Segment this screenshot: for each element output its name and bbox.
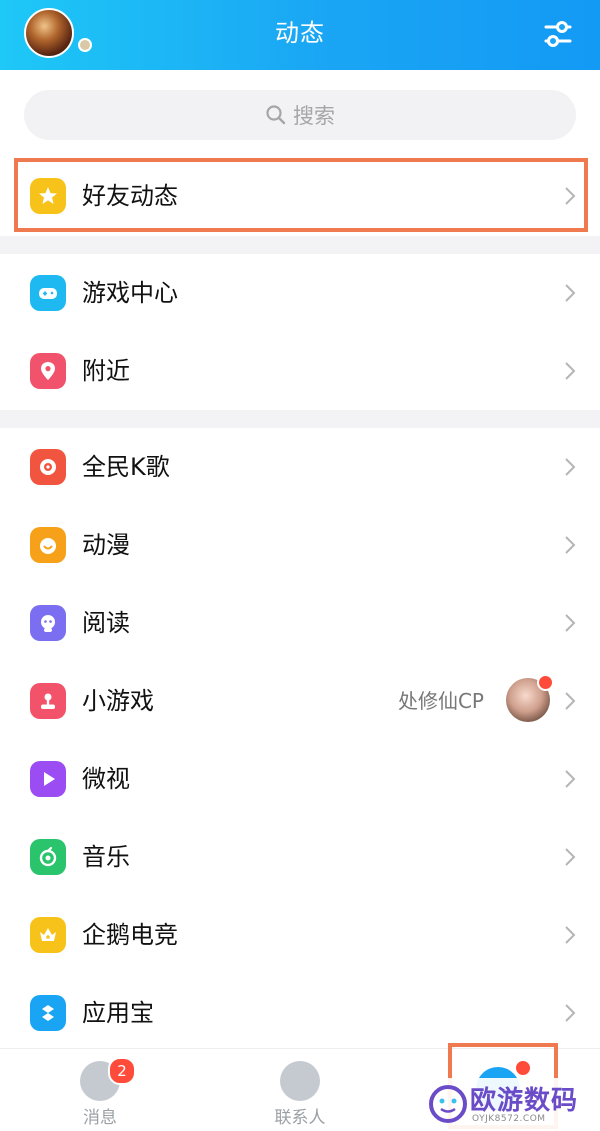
search-placeholder: 搜索 (293, 104, 335, 128)
location-pin-icon (30, 353, 66, 389)
promo-text: 处修仙CP (397, 689, 484, 713)
crown-icon (30, 917, 66, 953)
person-icon (280, 1061, 320, 1101)
play-icon (30, 761, 66, 797)
notification-dot (514, 1059, 532, 1077)
row-game-center[interactable]: 游戏中心 (0, 254, 600, 332)
tab-label: 消息 (83, 1108, 117, 1128)
chevron-right-icon (565, 536, 576, 554)
chevron-right-icon (565, 362, 576, 380)
row-label: 阅读 (82, 609, 130, 637)
star-badge-icon (30, 178, 66, 214)
chevron-right-icon (565, 458, 576, 476)
friends-feed-row[interactable]: 好友动态 (0, 158, 600, 234)
top-bar: 动态 (0, 0, 600, 70)
notification-dot (537, 674, 554, 691)
friends-feed-label: 好友动态 (82, 182, 178, 210)
row-label: 音乐 (82, 843, 130, 871)
gamepad-icon (30, 275, 66, 311)
chevron-right-icon (565, 770, 576, 788)
joystick-icon (30, 683, 66, 719)
chevron-right-icon (565, 848, 576, 866)
chevron-right-icon (565, 926, 576, 944)
anime-face-icon (30, 527, 66, 563)
row-label: 全民K歌 (82, 453, 170, 481)
reader-icon (30, 605, 66, 641)
section-divider (0, 236, 600, 254)
row-label: 动漫 (82, 531, 130, 559)
row-label: 游戏中心 (82, 279, 178, 307)
row-music[interactable]: 音乐 (0, 818, 600, 896)
row-mini-games[interactable]: 小游戏 处修仙CP (0, 662, 600, 740)
tab-messages[interactable]: 2 消息 (60, 1049, 140, 1131)
row-reading[interactable]: 阅读 (0, 584, 600, 662)
chevron-right-icon (565, 187, 576, 205)
row-anime[interactable]: 动漫 (0, 506, 600, 584)
page-title: 动态 (275, 19, 325, 47)
search-input[interactable]: 搜索 (24, 90, 576, 140)
chevron-right-icon (565, 692, 576, 710)
row-label: 企鹅电竞 (82, 921, 178, 949)
watermark-logo-icon (429, 1085, 467, 1123)
row-label: 微视 (82, 765, 130, 793)
tab-contacts[interactable]: 联系人 (260, 1049, 340, 1131)
row-esports[interactable]: 企鹅电竞 (0, 896, 600, 974)
karaoke-icon (30, 449, 66, 485)
row-karaoke[interactable]: 全民K歌 (0, 428, 600, 506)
unread-badge: 2 (108, 1057, 136, 1085)
chevron-right-icon (565, 284, 576, 302)
app-store-icon (30, 995, 66, 1031)
section-divider (0, 410, 600, 428)
watermark-text: 欧游数码 (470, 1086, 579, 1116)
search-section: 搜索 (0, 70, 600, 154)
chevron-right-icon (565, 614, 576, 632)
row-label: 应用宝 (82, 999, 154, 1027)
search-icon (266, 105, 286, 125)
watermark-url: OYJK8572.COM (472, 1114, 546, 1124)
music-note-icon (30, 839, 66, 875)
row-app-store[interactable]: 应用宝 (0, 974, 600, 1052)
row-label: 附近 (82, 357, 130, 385)
watermark: 欧游数码 OYJK8572.COM (420, 1078, 600, 1130)
row-weishi[interactable]: 微视 (0, 740, 600, 818)
tab-label: 联系人 (274, 1108, 326, 1128)
chevron-right-icon (565, 1004, 576, 1022)
sliders-icon[interactable] (540, 16, 576, 52)
row-nearby[interactable]: 附近 (0, 332, 600, 410)
row-label: 小游戏 (82, 687, 154, 715)
